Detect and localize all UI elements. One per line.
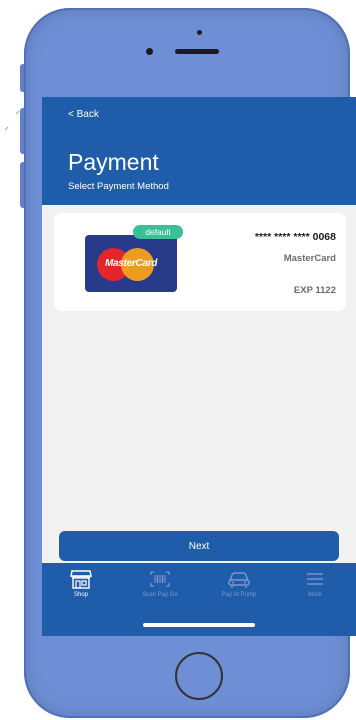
tab-label: Scan Pay Go — [142, 592, 178, 598]
home-indicator[interactable] — [143, 623, 255, 627]
page-title: Payment — [68, 149, 159, 175]
menu-icon — [307, 573, 323, 585]
front-camera — [146, 48, 153, 55]
page-subtitle: Select Payment Method — [68, 181, 169, 192]
proximity-sensor — [197, 30, 202, 35]
tab-label: Shop — [73, 592, 88, 598]
barcode-icon — [150, 571, 170, 587]
card-expiry: EXP 1122 — [293, 285, 336, 296]
tab-shop[interactable]: Shop — [42, 569, 120, 609]
earpiece-speaker — [175, 49, 219, 54]
tab-pay-at-pump[interactable]: Pay At Pump — [200, 569, 278, 609]
tab-more[interactable]: More — [276, 569, 354, 609]
app-screen: < Back Payment Select Payment Method Mas… — [42, 97, 356, 636]
back-link[interactable]: < Back — [68, 109, 99, 120]
header: < Back Payment Select Payment Method — [42, 97, 356, 205]
car-icon — [228, 572, 250, 588]
tab-bar: Shop Scan Pay Go Pay At Pump More — [42, 563, 356, 636]
decor-marks — [4, 110, 20, 131]
mastercard-logo: MasterCard — [85, 235, 177, 292]
store-icon — [70, 570, 92, 589]
tab-label: More — [308, 592, 322, 598]
tab-label: Pay At Pump — [221, 592, 257, 598]
tab-scan-pay-go[interactable]: Scan Pay Go — [121, 569, 199, 609]
payment-method-card[interactable]: MasterCard default **** **** **** 0068 M… — [54, 213, 346, 311]
mastercard-logo-text: MasterCard — [104, 258, 158, 269]
next-button[interactable]: Next — [59, 531, 339, 561]
card-brand: MasterCard — [283, 253, 336, 264]
default-badge: default — [133, 225, 183, 239]
home-button[interactable] — [175, 652, 223, 700]
card-number: **** **** **** 0068 — [254, 231, 336, 243]
